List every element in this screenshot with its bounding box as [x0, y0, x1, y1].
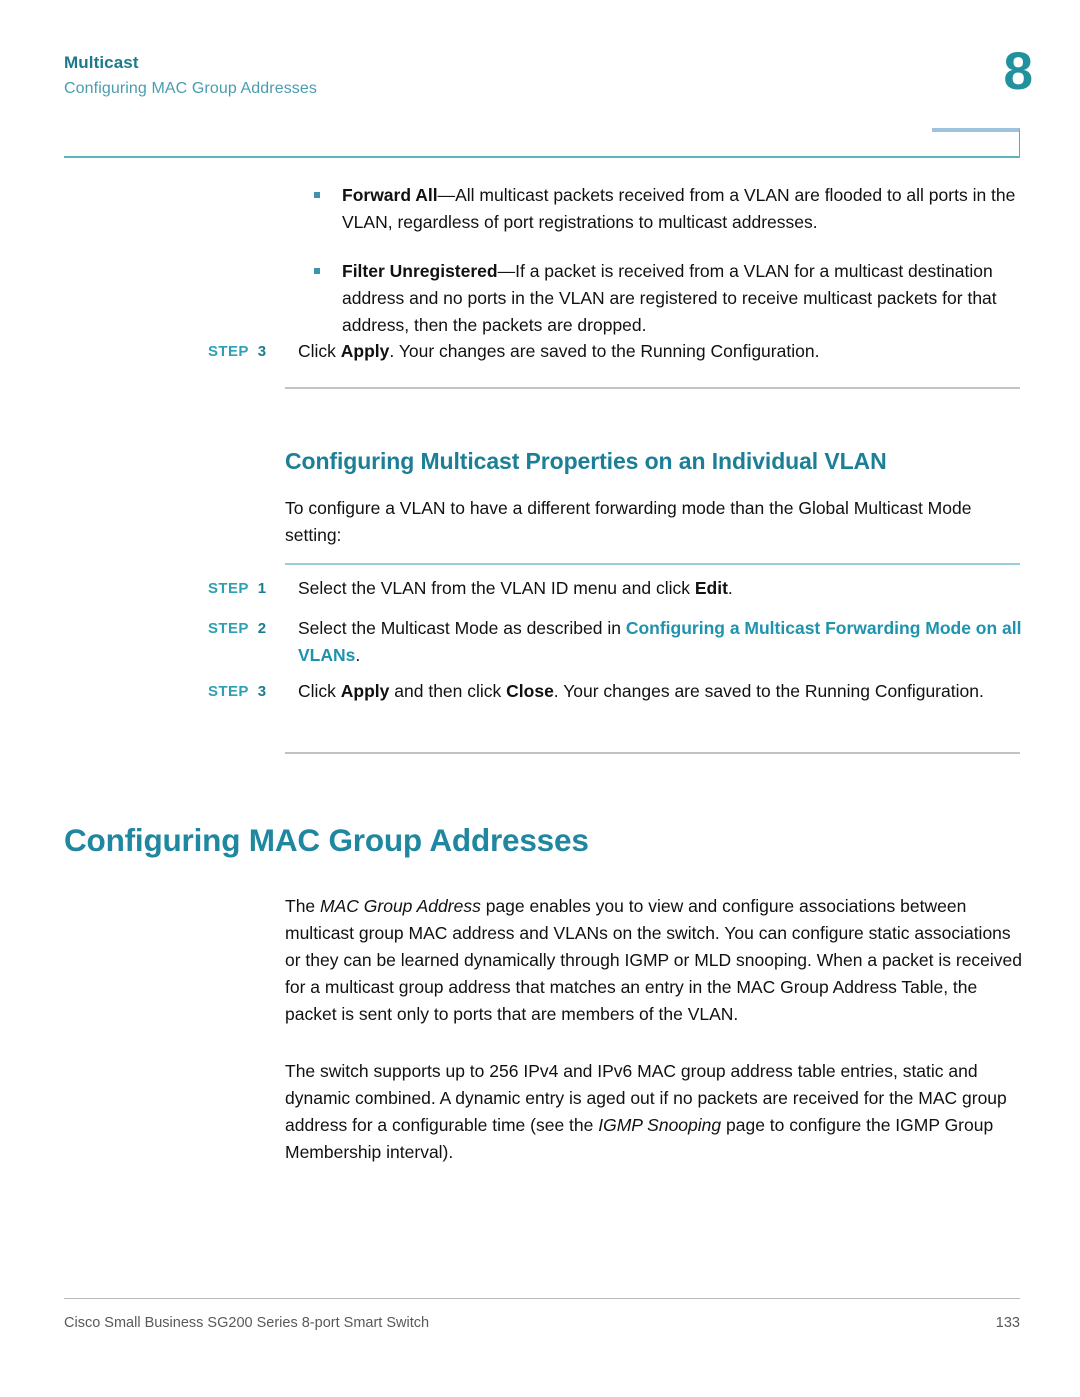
step-number: 2	[257, 620, 267, 637]
step-text-bold: Edit	[694, 578, 728, 598]
step-text-post: . Your changes are saved to the Running …	[389, 341, 820, 361]
step-text: Click Apply and then click Close. Your c…	[298, 678, 1023, 705]
header-divider-rule	[64, 156, 1020, 158]
step-text: Select the Multicast Mode as described i…	[298, 615, 1023, 669]
paragraph-1-italic: MAC Group Address	[320, 896, 481, 916]
document-page: Multicast Configuring MAC Group Addresse…	[0, 0, 1080, 1397]
mac-group-paragraph-1: The MAC Group Address page enables you t…	[285, 893, 1025, 1028]
bullet-term: Forward All	[342, 185, 438, 205]
divider-rule-after-apply-step	[285, 387, 1020, 389]
step-label-word: STEP	[208, 343, 249, 360]
step-number: 1	[257, 580, 267, 597]
divider-rule-before-steps	[285, 563, 1020, 565]
step-text-post: .	[727, 578, 733, 598]
square-bullet-icon	[314, 192, 320, 198]
section-heading-individual-vlan: Configuring Multicast Properties on an I…	[285, 448, 887, 474]
header-section-title: Configuring MAC Group Addresses	[64, 80, 317, 97]
list-item: Forward All—All multicast packets receiv…	[312, 182, 1022, 236]
multicast-mode-bullet-list: Forward All—All multicast packets receiv…	[312, 182, 1022, 339]
footer-product-name: Cisco Small Business SG200 Series 8-port…	[64, 1315, 430, 1331]
paragraph-1-pre: The	[285, 896, 321, 916]
chapter-number: 8	[1003, 42, 1034, 101]
step-number: 3	[257, 343, 267, 360]
step-label-word: STEP	[208, 580, 249, 597]
step-label-word: STEP	[208, 620, 249, 637]
step-label: STEP 3	[208, 678, 290, 705]
divider-rule-after-steps	[285, 752, 1020, 754]
footer-page-number: 133	[995, 1315, 1020, 1331]
step-label-word: STEP	[208, 683, 249, 700]
bullet-dash: —	[497, 261, 516, 281]
step-label: STEP 3	[208, 338, 290, 365]
step-row-2: STEP 2 Select the Multicast Mode as descr…	[208, 615, 1023, 669]
list-item: Filter Unregistered—If a packet is recei…	[312, 258, 1022, 339]
step-text-pre: Select the Multicast Mode as described i…	[298, 618, 626, 638]
bullet-term: Filter Unregistered	[342, 261, 498, 281]
step-text-pre: Click	[298, 341, 341, 361]
step-row-3: STEP 3 Click Apply and then click Close. …	[208, 678, 1023, 705]
header-chapter-title: Multicast	[64, 53, 139, 72]
page-title: Configuring MAC Group Addresses	[64, 822, 589, 858]
step-text-bold: Apply	[340, 341, 390, 361]
footer-divider-rule	[64, 1298, 1020, 1299]
step-text-mid: and then click	[389, 681, 507, 701]
step-text: Click Apply. Your changes are saved to t…	[298, 338, 1023, 365]
step-number: 3	[257, 683, 267, 700]
step-text-pre: Click	[298, 681, 341, 701]
step-row-1: STEP 1 Select the VLAN from the VLAN ID m…	[208, 575, 1023, 602]
step-text-post: . Your changes are saved to the Running …	[553, 681, 984, 701]
step-label: STEP 1	[208, 575, 290, 602]
step-text: Select the VLAN from the VLAN ID menu an…	[298, 575, 1023, 602]
mac-group-paragraph-2: The switch supports up to 256 IPv4 and I…	[285, 1058, 1025, 1166]
square-bullet-icon	[314, 268, 320, 274]
step-text-post: .	[355, 645, 361, 665]
section-intro-paragraph: To configure a VLAN to have a different …	[285, 498, 972, 545]
step-label: STEP 2	[208, 615, 290, 642]
bullet-dash: —	[437, 185, 456, 205]
step-text-bold: Apply	[340, 681, 390, 701]
paragraph-2-italic: IGMP Snooping	[598, 1115, 722, 1135]
step-row-apply: STEP 3 Click Apply. Your changes are save…	[208, 338, 1023, 365]
step-text-bold-2: Close	[506, 681, 554, 701]
header-corner-box	[932, 128, 1020, 157]
step-text-pre: Select the VLAN from the VLAN ID menu an…	[298, 578, 695, 598]
running-header: Multicast Configuring MAC Group Addresse…	[64, 52, 1020, 101]
